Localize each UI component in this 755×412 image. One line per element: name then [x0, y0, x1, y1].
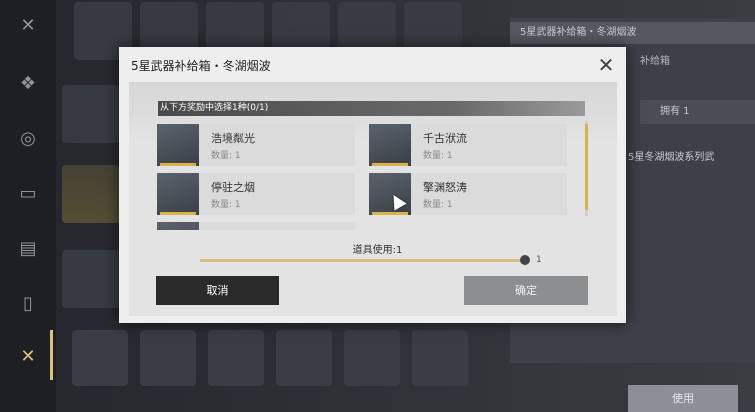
weapon-thumbnail: [369, 124, 411, 166]
close-icon[interactable]: ✕: [8, 12, 48, 40]
use-button[interactable]: 使用: [628, 385, 738, 412]
dialog-title: 5星武器补给箱・冬湖烟波: [131, 59, 271, 73]
inventory-slot[interactable]: [140, 330, 196, 386]
weapon-thumbnail: [369, 173, 411, 215]
weapon-thumbnail: [157, 222, 199, 230]
card-icon[interactable]: ▯: [8, 290, 48, 318]
reward-quantity: 数量: 1: [211, 151, 241, 161]
detail-title: 5星武器补给箱・冬湖烟波: [510, 22, 755, 44]
choose-instruction: 从下方奖励中选择1种(0/1): [158, 101, 585, 116]
inventory-slot[interactable]: [62, 165, 120, 223]
reward-name: 擎渊怒涛: [423, 181, 467, 194]
use-count-slider[interactable]: [200, 259, 525, 262]
crossed-swords-icon[interactable]: ✕: [8, 343, 48, 371]
reward-option[interactable]: 浩境粼光 数量: 1: [157, 124, 355, 166]
weapon-thumbnail: [157, 173, 199, 215]
badge-icon[interactable]: ❖: [8, 70, 48, 98]
inventory-slot[interactable]: [72, 330, 128, 386]
reward-option-partial[interactable]: [157, 222, 355, 230]
inventory-slot[interactable]: [208, 330, 264, 386]
box-icon[interactable]: ▭: [8, 180, 48, 208]
inventory-slot[interactable]: [62, 85, 120, 143]
reward-option[interactable]: 千古洑流 数量: 1: [369, 124, 567, 166]
confirm-button[interactable]: 确定: [464, 276, 588, 305]
use-count-label: 道具使用:1: [352, 245, 403, 256]
reward-name: 浩境粼光: [211, 132, 255, 145]
sidebar-selection-indicator: [50, 330, 53, 380]
reward-option[interactable]: 停驻之烟 数量: 1: [157, 173, 355, 215]
detail-owned-count: 拥有 1: [640, 100, 755, 124]
scrollbar-thumb[interactable]: [585, 124, 588, 210]
reward-quantity: 数量: 1: [211, 200, 241, 210]
inventory-slot[interactable]: [62, 250, 120, 308]
close-dialog-icon[interactable]: ✕: [593, 52, 619, 78]
left-sidebar: ✕ ❖ ◎ ▭ ▤ ▯ ✕: [0, 0, 56, 412]
reward-quantity: 数量: 1: [423, 200, 453, 210]
detail-description: 5星冬湖烟波系列武: [628, 152, 715, 163]
slider-max-value: 1: [536, 255, 542, 265]
inventory-slot[interactable]: [412, 330, 468, 386]
reward-quantity: 数量: 1: [423, 151, 453, 161]
weapon-thumbnail: [157, 124, 199, 166]
reward-name: 千古洑流: [423, 132, 467, 145]
ring-icon[interactable]: ◎: [8, 125, 48, 153]
reward-name: 停驻之烟: [211, 181, 255, 194]
inventory-slot[interactable]: [344, 330, 400, 386]
cancel-button[interactable]: 取消: [156, 276, 279, 305]
inventory-slot[interactable]: [276, 330, 332, 386]
detail-category: 补给箱: [640, 56, 670, 67]
slider-handle[interactable]: [520, 255, 530, 265]
